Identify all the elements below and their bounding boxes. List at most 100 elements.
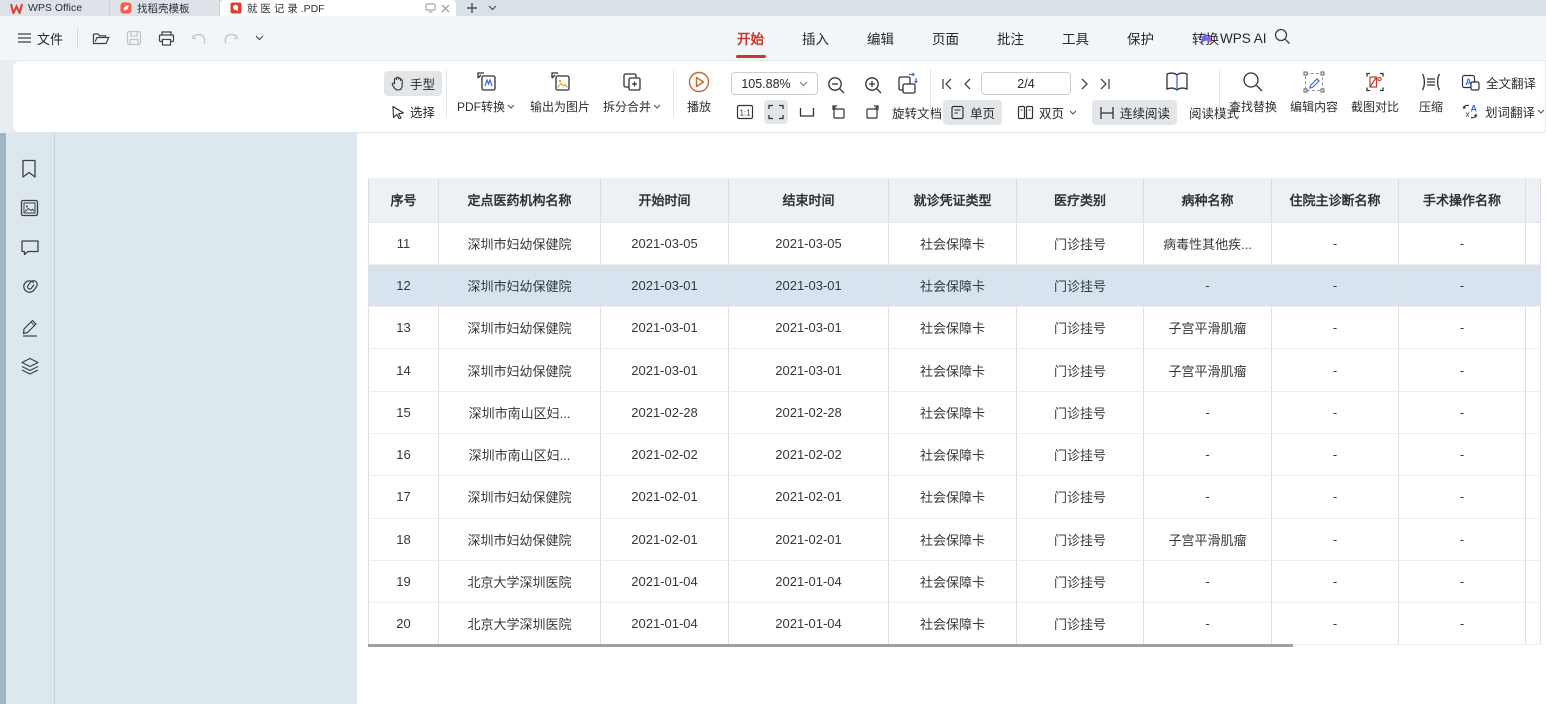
table-cell: 门诊挂号 — [1017, 391, 1144, 433]
prev-page-icon[interactable] — [963, 78, 971, 90]
find-replace-button[interactable]: 查找替换 — [1224, 70, 1282, 115]
play-button[interactable]: 播放 — [675, 70, 723, 115]
menu-bar: 文件 开始插入编辑页面批注工具保护转换 — [0, 16, 1546, 60]
last-page-icon[interactable] — [1099, 78, 1111, 90]
new-tab-icon[interactable] — [466, 2, 478, 14]
table-cell: 2021-03-01 — [729, 349, 889, 391]
menu-tab[interactable]: 保护 — [1125, 24, 1156, 52]
table-row[interactable]: 18深圳市妇幼保健院2021-02-012021-02-01社会保障卡门诊挂号子… — [369, 518, 1541, 560]
full-translate-button[interactable]: A 全文翻译 — [1461, 73, 1536, 92]
menu-tab[interactable]: 页面 — [930, 24, 961, 52]
table-cell: 2021-03-01 — [601, 349, 729, 391]
edit-content-icon — [1302, 70, 1326, 94]
folder-open-icon[interactable] — [92, 31, 110, 46]
table-cell: 社会保障卡 — [889, 391, 1017, 433]
table-cell: 15 — [369, 391, 439, 433]
tab-docer-templates[interactable]: 找稻壳模板 — [110, 0, 220, 16]
divider — [77, 28, 78, 48]
wps-ai-label: WPS AI — [1220, 31, 1267, 46]
bookmark-icon[interactable] — [20, 159, 38, 179]
fit-width-icon[interactable] — [795, 100, 819, 124]
column-header: 结束时间 — [729, 178, 889, 222]
page-indicator: 2/4 — [1017, 77, 1034, 91]
pdf-file-icon — [230, 2, 242, 14]
table-row[interactable]: 19北京大学深圳医院2021-01-042021-01-04社会保障卡门诊挂号-… — [369, 560, 1541, 602]
tab-wps-home[interactable]: WPS Office — [0, 0, 110, 16]
attachment-icon[interactable] — [20, 277, 40, 297]
rotate-right-icon[interactable] — [859, 100, 885, 124]
menu-tab[interactable]: 工具 — [1060, 24, 1091, 52]
fit-page-icon[interactable] — [764, 100, 788, 124]
tab-label: WPS Office — [28, 2, 82, 14]
actual-size-icon[interactable]: 1:1 — [733, 100, 757, 124]
tab-document-active[interactable]: 就 医 记 录 .PDF — [220, 0, 456, 16]
zoom-level-select[interactable]: 105.88% — [731, 72, 818, 95]
table-row[interactable]: 16深圳市南山区妇...2021-02-022021-02-02社会保障卡门诊挂… — [369, 433, 1541, 475]
table-cell: 社会保障卡 — [889, 433, 1017, 475]
hand-tool-button[interactable]: 手型 — [384, 71, 442, 96]
table-cell: 2021-03-01 — [601, 307, 729, 349]
table-cell: - — [1144, 391, 1272, 433]
continuous-read-button[interactable]: 连续阅读 — [1092, 100, 1177, 125]
column-header: 住院主诊断名称 — [1272, 178, 1399, 222]
signature-icon[interactable] — [20, 317, 40, 337]
select-tool-button[interactable]: 选择 — [384, 99, 442, 124]
layers-icon[interactable] — [20, 357, 40, 376]
column-header: 序号 — [369, 178, 439, 222]
table-row[interactable]: 13深圳市妇幼保健院2021-03-012021-03-01社会保障卡门诊挂号子… — [369, 307, 1541, 349]
table-row[interactable]: 12深圳市妇幼保健院2021-03-012021-03-01社会保障卡门诊挂号-… — [369, 264, 1541, 306]
rotate-left-icon[interactable] — [826, 100, 852, 124]
menu-tab[interactable]: 编辑 — [865, 24, 896, 52]
file-menu-button[interactable]: 文件 — [18, 29, 63, 48]
split-merge-button[interactable]: 拆分合并 — [599, 70, 665, 115]
table-cell: - — [1399, 518, 1526, 560]
table-cell: 2021-03-01 — [729, 307, 889, 349]
table-row[interactable]: 14深圳市妇幼保健院2021-03-012021-03-01社会保障卡门诊挂号子… — [369, 349, 1541, 391]
thumbnail-icon[interactable] — [20, 199, 39, 217]
table-row[interactable]: 15深圳市南山区妇...2021-02-282021-02-28社会保障卡门诊挂… — [369, 391, 1541, 433]
compress-label: 压缩 — [1419, 98, 1443, 115]
menu-tab[interactable]: 开始 — [735, 24, 766, 52]
redo-icon — [223, 32, 239, 45]
table-cell: 2021-02-02 — [601, 433, 729, 475]
menu-tab[interactable]: 批注 — [995, 24, 1026, 52]
next-page-icon[interactable] — [1081, 78, 1089, 90]
zoom-out-icon[interactable] — [824, 73, 849, 98]
float-window-icon[interactable] — [425, 3, 436, 13]
chevron-down-icon[interactable] — [255, 35, 264, 41]
rotate-doc-icon[interactable] — [891, 69, 923, 101]
page-number-input[interactable]: 2/4 — [981, 72, 1071, 95]
tabs-chevron-icon[interactable] — [488, 5, 497, 11]
comment-icon[interactable] — [20, 239, 40, 256]
pdf-page[interactable]: 序号定点医药机构名称开始时间结束时间就诊凭证类型医疗类别病种名称住院主诊断名称手… — [357, 133, 1546, 704]
word-translate-button[interactable]: xA 划词翻译 — [1461, 102, 1545, 121]
pdf-convert-button[interactable]: PDF转换 — [453, 70, 519, 115]
close-icon[interactable] — [441, 4, 450, 13]
table-row[interactable]: 20北京大学深圳医院2021-01-042021-01-04社会保障卡门诊挂号-… — [369, 603, 1541, 645]
zoom-in-icon[interactable] — [861, 73, 886, 98]
table-header-row: 序号定点医药机构名称开始时间结束时间就诊凭证类型医疗类别病种名称住院主诊断名称手… — [369, 178, 1541, 222]
table-cell-partial — [1526, 433, 1541, 475]
table-cell: 2021-02-01 — [601, 518, 729, 560]
wps-ai-button[interactable]: WPS AI — [1198, 16, 1267, 60]
search-icon[interactable] — [1274, 28, 1291, 45]
menu-tab[interactable]: 插入 — [800, 24, 831, 52]
find-replace-label: 查找替换 — [1229, 98, 1277, 115]
print-icon[interactable] — [158, 31, 175, 46]
screenshot-compare-button[interactable]: 截图对比 — [1346, 70, 1404, 115]
double-page-button[interactable]: 双页 — [1010, 100, 1084, 125]
table-cell: 社会保障卡 — [889, 264, 1017, 306]
export-image-button[interactable]: 输出为图片 — [525, 70, 595, 115]
edit-content-button[interactable]: 编辑内容 — [1285, 70, 1343, 115]
single-page-button[interactable]: 单页 — [943, 100, 1002, 125]
table-cell: 17 — [369, 476, 439, 518]
table-cell: - — [1399, 349, 1526, 391]
compress-button[interactable]: 压缩 — [1409, 70, 1453, 115]
table-cell: 深圳市南山区妇... — [439, 433, 601, 475]
wps-ai-icon — [1198, 31, 1214, 45]
table-cell: 2021-03-05 — [729, 222, 889, 264]
table-row[interactable]: 17深圳市妇幼保健院2021-02-012021-02-01社会保障卡门诊挂号-… — [369, 476, 1541, 518]
first-page-icon[interactable] — [941, 78, 953, 90]
toolbar: 手型 选择 PDF转换 输出为图片 拆分合并 播放 — [12, 60, 1546, 133]
table-row[interactable]: 11深圳市妇幼保健院2021-03-052021-03-05社会保障卡门诊挂号病… — [369, 222, 1541, 264]
